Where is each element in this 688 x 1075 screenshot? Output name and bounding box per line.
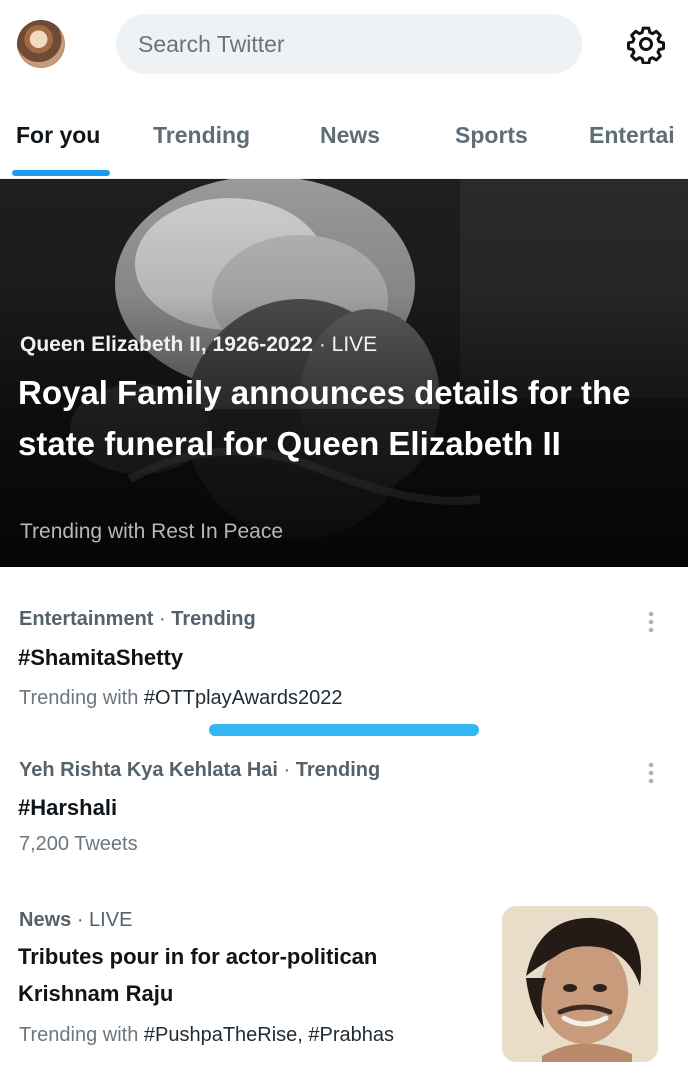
trend-title-line-2: Krishnam Raju — [18, 981, 174, 1006]
tab-entertainment[interactable]: Entertai — [589, 122, 675, 149]
tab-sports[interactable]: Sports — [455, 122, 528, 149]
trend-tweet-count: 7,200 Tweets — [19, 833, 138, 855]
search-input[interactable]: Search Twitter — [116, 14, 582, 74]
featured-status: LIVE — [331, 333, 378, 356]
trend-category: News — [19, 909, 72, 931]
tab-for-you[interactable]: For you — [16, 122, 100, 149]
portrait-image — [502, 906, 658, 1062]
avatar[interactable] — [17, 20, 65, 68]
trend-subtitle: Trending with #PushpaTheRise, #Prabhas — [19, 1024, 394, 1047]
trend-title: #Harshali — [18, 795, 118, 820]
more-options-icon[interactable] — [648, 610, 654, 634]
featured-subtitle: Trending with Rest In Peace — [20, 520, 284, 543]
tab-news[interactable]: News — [320, 122, 380, 149]
tab-bar: For you Trending News Sports Entertai — [0, 92, 688, 179]
search-placeholder: Search Twitter — [138, 30, 285, 57]
trend-meta: Yeh Rishta Kya Kehlata Hai · Trending — [19, 759, 380, 782]
trend-separator: · — [76, 909, 84, 931]
news-thumbnail[interactable] — [502, 906, 658, 1062]
explore-page: Search Twitter For you Trending News Spo… — [0, 0, 688, 1075]
trend-title-line-1: Tributes pour in for actor-politican — [18, 944, 378, 969]
trend-subtitle-tags: #OTTplayAwards2022 — [143, 687, 343, 709]
active-tab-indicator — [12, 170, 110, 176]
trend-meta: News · LIVE — [19, 909, 132, 932]
trend-subtitle-prefix: Trending with — [19, 687, 144, 709]
trend-status: LIVE — [89, 909, 133, 931]
trend-subtitle-tags: #PushpaTheRise, #Prabhas — [143, 1024, 395, 1046]
featured-topic: Queen Elizabeth II, 1926-2022 — [20, 333, 313, 356]
trend-category: Yeh Rishta Kya Kehlata Hai — [19, 759, 278, 781]
gear-icon[interactable] — [626, 24, 666, 64]
featured-meta: Queen Elizabeth II, 1926-2022 · LIVE — [20, 333, 377, 357]
trend-separator: · — [283, 759, 291, 781]
highlight-underline — [209, 724, 479, 736]
trend-subtitle: Trending with #OTTplayAwards2022 — [19, 687, 343, 710]
trend-meta: Entertainment · Trending — [19, 608, 256, 631]
trend-subtitle-prefix: Trending with — [19, 1024, 144, 1046]
more-options-icon[interactable] — [648, 761, 654, 785]
trend-status: Trending — [295, 759, 381, 781]
tab-trending[interactable]: Trending — [153, 122, 250, 149]
top-bar: Search Twitter — [0, 0, 688, 92]
featured-title: Royal Family announces details for the s… — [18, 374, 631, 462]
trend-separator: · — [159, 608, 166, 630]
trend-title: #ShamitaShetty — [18, 645, 184, 670]
trend-status: Trending — [171, 608, 256, 630]
featured-trend-card[interactable]: Queen Elizabeth II, 1926-2022 · LIVE Roy… — [0, 179, 688, 567]
featured-separator: · — [318, 333, 326, 356]
trend-category: Entertainment — [19, 608, 154, 630]
